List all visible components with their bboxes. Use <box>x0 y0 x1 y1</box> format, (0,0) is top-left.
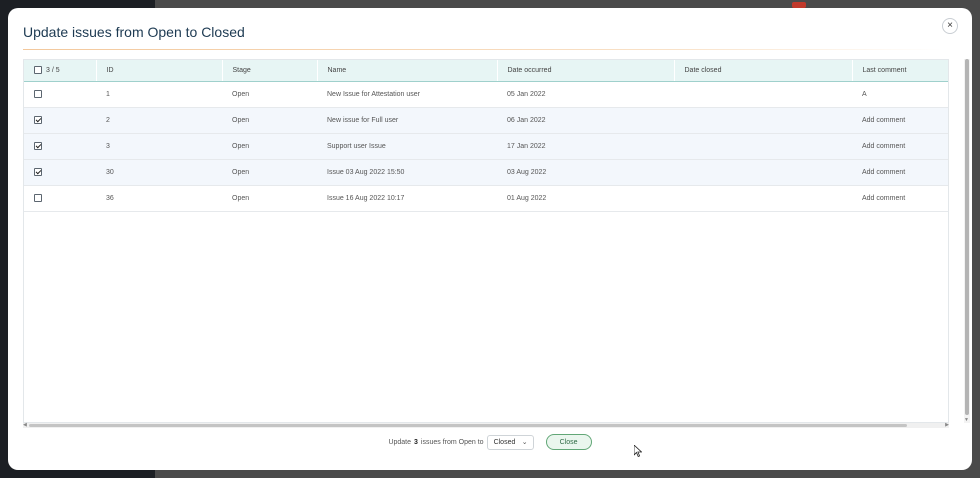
row-checkbox[interactable] <box>34 194 42 202</box>
cell-name: Issue 16 Aug 2022 10:17 <box>327 194 405 202</box>
cell-id: 1 <box>106 90 110 98</box>
table-header-row: 3 / 5 ID Stage Name Date occurred Date c… <box>24 60 948 82</box>
cell-last-comment[interactable]: Add comment <box>852 133 948 159</box>
selection-count: 3 / 5 <box>46 66 60 74</box>
select-all-checkbox[interactable] <box>34 66 42 75</box>
cell-last-comment[interactable]: Add comment <box>852 107 948 133</box>
column-header-id[interactable]: ID <box>95 60 222 82</box>
select-all-header: 3 / 5 <box>24 60 96 82</box>
modal-footer: Update 3 issues from Open to Closed ⌄ Cl… <box>8 432 972 452</box>
row-select-cell <box>24 185 96 211</box>
cell-name: Issue 03 Aug 2022 15:50 <box>327 168 405 176</box>
column-header-last-comment[interactable]: Last comment <box>851 60 948 82</box>
table-row[interactable]: 2 Open New issue for Full user 06 Jan 20… <box>24 107 948 133</box>
chevron-down-icon: ⌄ <box>521 439 528 446</box>
row-select-cell <box>24 133 96 159</box>
vertical-scroll-thumb[interactable] <box>965 59 969 415</box>
horizontal-scrollbar[interactable]: ◀ ▶ <box>23 422 949 428</box>
cell-name: Support user Issue <box>327 142 386 150</box>
cell-last-comment[interactable]: Add comment <box>852 159 948 185</box>
cell-id: 2 <box>106 116 110 124</box>
cell-last-comment[interactable]: Add comment <box>852 185 948 211</box>
close-button[interactable]: Close <box>545 434 592 450</box>
cell-name: New issue for Full user <box>327 116 399 124</box>
row-checkbox[interactable] <box>34 90 42 98</box>
footer-count: 3 <box>414 438 418 446</box>
scroll-left-icon[interactable]: ◀ <box>23 422 27 428</box>
cell-id: 3 <box>106 142 110 150</box>
footer-prefix: Update <box>388 438 412 446</box>
horizontal-scroll-thumb[interactable] <box>29 424 907 427</box>
table-row[interactable]: 30 Open Issue 03 Aug 2022 15:50 03 Aug 2… <box>24 159 948 185</box>
cell-date-closed[interactable] <box>674 81 852 107</box>
cell-id: 30 <box>106 168 114 176</box>
cell-stage: Open <box>232 142 250 150</box>
target-stage-value: Closed <box>493 438 516 446</box>
cell-last-comment[interactable]: A <box>852 81 948 107</box>
row-select-cell <box>24 159 96 185</box>
cell-date-occurred: 17 Jan 2022 <box>507 142 546 150</box>
scroll-right-icon[interactable]: ▶ <box>945 422 949 428</box>
cell-id: 36 <box>106 194 114 202</box>
cell-stage: Open <box>232 168 250 176</box>
title-divider <box>23 49 943 50</box>
cell-date-closed[interactable] <box>674 133 852 159</box>
cell-date-occurred: 06 Jan 2022 <box>507 116 546 124</box>
issues-table: 3 / 5 ID Stage Name Date occurred Date c… <box>23 59 949 423</box>
close-icon[interactable]: × <box>942 18 958 34</box>
row-checkbox[interactable] <box>34 168 42 176</box>
cell-name: New Issue for Attestation user <box>327 90 420 98</box>
vertical-scrollbar[interactable]: ▼ <box>964 59 970 423</box>
column-header-name[interactable]: Name <box>316 60 497 82</box>
cell-date-closed[interactable] <box>674 159 852 185</box>
row-checkbox[interactable] <box>34 142 42 150</box>
cell-date-occurred: 01 Aug 2022 <box>507 194 547 202</box>
cell-date-closed[interactable] <box>674 107 852 133</box>
column-header-date-occurred[interactable]: Date occurred <box>496 60 674 82</box>
row-checkbox[interactable] <box>34 116 42 124</box>
cell-date-closed[interactable] <box>674 185 852 211</box>
cell-stage: Open <box>232 90 250 98</box>
target-stage-select[interactable]: Closed ⌄ <box>486 434 534 450</box>
footer-middle: issues from Open to <box>420 438 484 446</box>
table-row[interactable]: 3 Open Support user Issue 17 Jan 2022 Ad… <box>24 133 948 159</box>
column-header-date-closed[interactable]: Date closed <box>673 60 852 82</box>
row-select-cell <box>24 81 96 107</box>
cell-date-occurred: 03 Aug 2022 <box>507 168 547 176</box>
cell-date-occurred: 05 Jan 2022 <box>507 90 546 98</box>
row-select-cell <box>24 107 96 133</box>
table-row[interactable]: 36 Open Issue 16 Aug 2022 10:17 01 Aug 2… <box>24 185 948 211</box>
column-header-stage[interactable]: Stage <box>221 60 317 82</box>
table-row[interactable]: 1 Open New Issue for Attestation user 05… <box>24 81 948 107</box>
cell-stage: Open <box>232 116 250 124</box>
modal-title: Update issues from Open to Closed <box>23 24 245 40</box>
mouse-cursor-icon <box>634 445 642 457</box>
cell-stage: Open <box>232 194 250 202</box>
update-issues-modal: Update issues from Open to Closed × 3 / … <box>8 8 972 470</box>
scroll-down-icon[interactable]: ▼ <box>964 417 969 423</box>
